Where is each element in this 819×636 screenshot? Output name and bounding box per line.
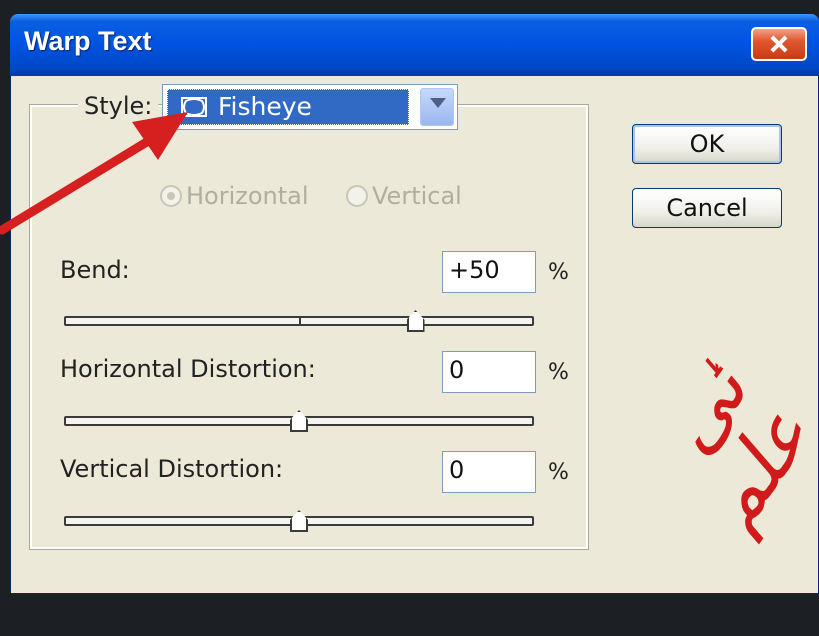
vertical-distortion-label: Vertical Distortion: bbox=[60, 455, 284, 483]
bend-label: Bend: bbox=[60, 256, 130, 284]
radio-vertical-label: Vertical bbox=[372, 182, 462, 210]
title-bar[interactable]: Warp Text bbox=[10, 14, 819, 76]
close-button[interactable] bbox=[751, 27, 807, 61]
ok-button[interactable]: OK bbox=[632, 124, 782, 164]
radio-horizontal-label: Horizontal bbox=[186, 182, 309, 210]
radio-vertical-circle[interactable] bbox=[346, 185, 368, 207]
dialog-title: Warp Text bbox=[24, 26, 152, 56]
radio-horizontal[interactable]: Horizontal bbox=[160, 182, 309, 210]
horizontal-distortion-label: Horizontal Distortion: bbox=[60, 355, 316, 383]
bend-unit: % bbox=[548, 260, 569, 285]
slider-center-tick bbox=[299, 316, 301, 326]
radio-vertical[interactable]: Vertical bbox=[346, 182, 462, 210]
chevron-down-icon bbox=[430, 98, 446, 108]
bend-slider-track[interactable] bbox=[64, 310, 534, 332]
horizontal-distortion-slider-track[interactable] bbox=[64, 410, 534, 432]
horizontal-distortion-unit: % bbox=[548, 360, 569, 385]
radio-horizontal-circle[interactable] bbox=[160, 185, 182, 207]
style-selected-value: Fisheye bbox=[167, 89, 409, 125]
style-dropdown[interactable]: Fisheye bbox=[162, 84, 458, 130]
style-selected-label: Fisheye bbox=[218, 92, 312, 121]
bend-input[interactable]: +50 bbox=[442, 251, 536, 293]
vertical-distortion-unit: % bbox=[548, 460, 569, 485]
fisheye-warp-icon bbox=[180, 95, 208, 119]
horizontal-distortion-input[interactable]: 0 bbox=[442, 351, 536, 393]
cancel-button[interactable]: Cancel bbox=[632, 188, 782, 228]
dropdown-chevron-button[interactable] bbox=[420, 88, 454, 126]
vertical-distortion-slider-track[interactable] bbox=[64, 510, 534, 532]
style-label: Style: bbox=[78, 92, 159, 120]
vertical-distortion-input[interactable]: 0 bbox=[442, 451, 536, 493]
